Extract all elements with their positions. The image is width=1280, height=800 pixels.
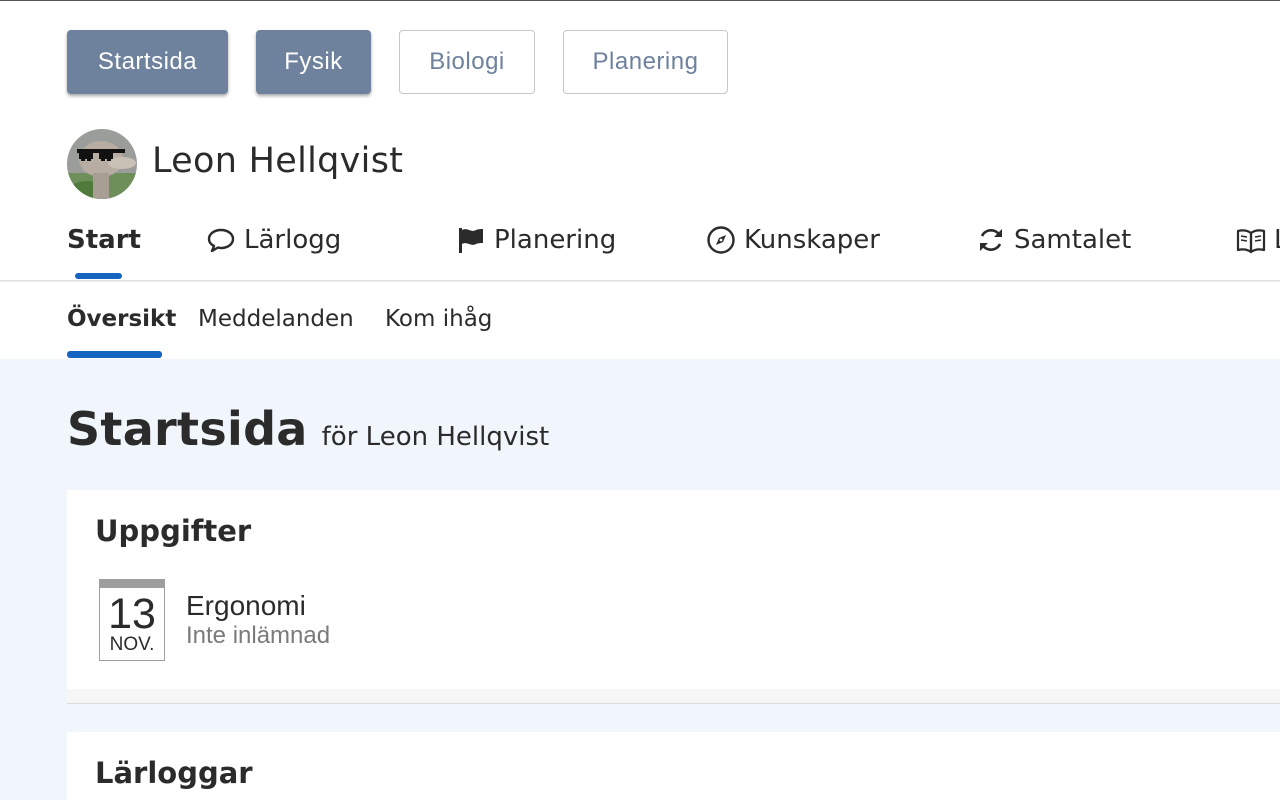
- nav-tab-larlogg[interactable]: Lärlogg: [206, 221, 341, 259]
- nav-tab-kunskaper[interactable]: Kunskaper: [706, 221, 880, 259]
- active-subtab-indicator: [67, 351, 162, 358]
- task-status: Inte inlämnad: [186, 622, 331, 649]
- nav-tab-start[interactable]: Start: [67, 221, 141, 259]
- subject-button-planering[interactable]: Planering: [563, 30, 728, 94]
- book-icon: [1236, 225, 1266, 255]
- subject-button-biologi[interactable]: Biologi: [399, 30, 535, 94]
- active-tab-indicator: [75, 273, 122, 279]
- nav-tab-l[interactable]: L: [1236, 221, 1280, 259]
- subject-button-startsida[interactable]: Startsida: [67, 30, 228, 94]
- page-title-main: Startsida: [67, 402, 308, 456]
- tasks-card-title: Uppgifter: [95, 514, 252, 548]
- avatar[interactable]: [67, 129, 137, 199]
- date-badge-bar: [99, 579, 165, 588]
- refresh-icon: [976, 225, 1006, 255]
- subject-button-fysik[interactable]: Fysik: [256, 30, 371, 94]
- subnav-tab-oversikt[interactable]: Översikt: [67, 306, 176, 332]
- task-date-month: NOV.: [109, 634, 155, 655]
- flag-icon: [456, 225, 486, 255]
- avatar-image: [67, 129, 137, 199]
- nav-tab-samtalet[interactable]: Samtalet: [976, 221, 1131, 259]
- nav-tab-label: Kunskaper: [744, 225, 880, 255]
- tasks-card: Uppgifter 13 NOV. Ergonomi Inte inlämnad: [67, 490, 1280, 703]
- task-date-day: 13: [108, 590, 156, 638]
- speech-bubble-icon: [206, 225, 236, 255]
- subnav-tab-kom-ihag[interactable]: Kom ihåg: [385, 306, 492, 332]
- subnav-tab-meddelanden[interactable]: Meddelanden: [198, 306, 354, 332]
- nav-tab-label: Planering: [494, 225, 617, 255]
- compass-icon: [706, 225, 736, 255]
- nav-tab-label: L: [1274, 225, 1280, 255]
- page-title: Startsida för Leon Hellqvist: [67, 402, 549, 456]
- profile-name: Leon Hellqvist: [152, 141, 404, 181]
- page-title-sub: för Leon Hellqvist: [321, 422, 550, 452]
- nav-tab-label: Samtalet: [1014, 225, 1132, 255]
- logs-card: Lärloggar: [67, 732, 1280, 800]
- task-title[interactable]: Ergonomi: [186, 590, 306, 622]
- header: Startsida Fysik Biologi Planering Leon H…: [0, 1, 1280, 281]
- logs-card-title: Lärloggar: [95, 756, 253, 790]
- nav-tab-planering[interactable]: Planering: [456, 221, 616, 259]
- nav-tab-label: Lärlogg: [244, 225, 342, 255]
- task-date-badge: 13 NOV.: [99, 579, 165, 661]
- sub-nav: Översikt Meddelanden Kom ihåg: [0, 282, 1280, 359]
- nav-tab-label: Start: [67, 225, 141, 255]
